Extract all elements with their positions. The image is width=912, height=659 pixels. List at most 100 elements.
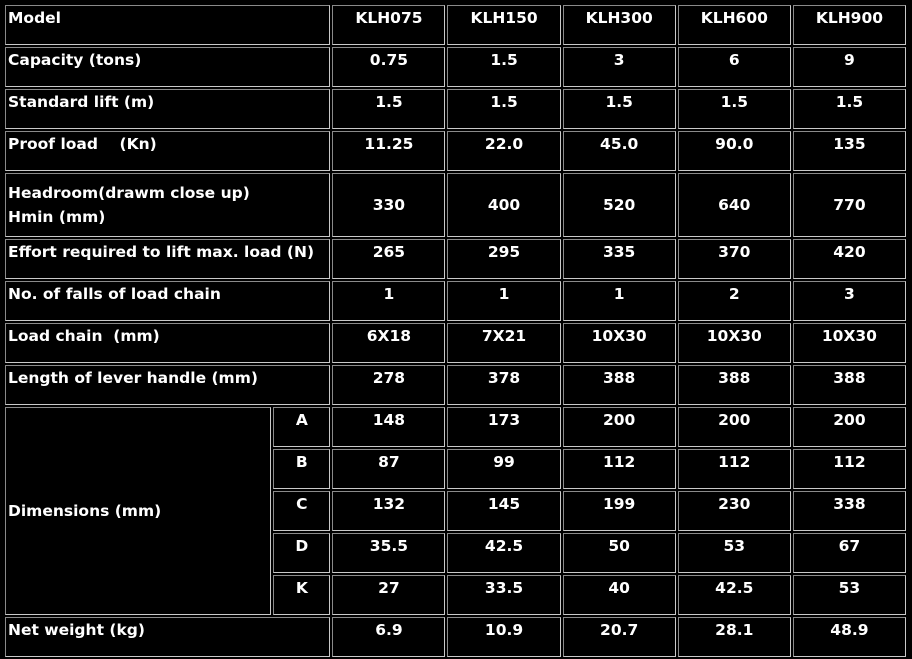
dimensions-label: Dimensions (mm) [5, 407, 272, 615]
table-row: Headroom(drawm close up) Hmin (mm) 330 4… [5, 173, 906, 237]
table-cell: 135 [792, 131, 906, 171]
dimension-key: B [273, 449, 331, 489]
table-cell: 230 [677, 491, 791, 531]
table-cell: 11.25 [332, 131, 446, 171]
table-cell: 112 [562, 449, 676, 489]
table-cell: 520 [562, 173, 676, 237]
header-model-label: Model [5, 5, 331, 45]
table-cell: 7X21 [447, 323, 561, 363]
table-cell: 770 [792, 173, 906, 237]
table-cell: 45.0 [562, 131, 676, 171]
table-cell: 400 [447, 173, 561, 237]
table-cell: 265 [332, 239, 446, 279]
table-cell: 1.5 [792, 89, 906, 129]
table-cell: 1.5 [562, 89, 676, 129]
table-cell: 10.9 [447, 617, 561, 657]
table-cell: 40 [562, 575, 676, 615]
table-cell: 420 [792, 239, 906, 279]
table-cell: 3 [792, 281, 906, 321]
table-cell: 2 [677, 281, 791, 321]
table-cell: 335 [562, 239, 676, 279]
table-cell: 35.5 [332, 533, 446, 573]
table-row: Proof load (Kn) 11.25 22.0 45.0 90.0 135 [5, 131, 906, 171]
table-row: Net weight (kg) 6.9 10.9 20.7 28.1 48.9 [5, 617, 906, 657]
dimension-key: C [273, 491, 331, 531]
dimension-key: A [273, 407, 331, 447]
table-cell: 0.75 [332, 47, 446, 87]
table-cell: 200 [562, 407, 676, 447]
table-cell: 295 [447, 239, 561, 279]
table-cell: 112 [792, 449, 906, 489]
header-row: Model KLH075 KLH150 KLH300 KLH600 KLH900 [5, 5, 906, 45]
table-cell: 1.5 [677, 89, 791, 129]
table-cell: 28.1 [677, 617, 791, 657]
table-cell: 10X30 [677, 323, 791, 363]
table-cell: 10X30 [562, 323, 676, 363]
table-cell: 1.5 [447, 89, 561, 129]
row-label: Length of lever handle (mm) [5, 365, 331, 405]
table-cell: 20.7 [562, 617, 676, 657]
table-cell: 48.9 [792, 617, 906, 657]
table-row: Length of lever handle (mm) 278 378 388 … [5, 365, 906, 405]
row-label: Headroom(drawm close up) Hmin (mm) [5, 173, 331, 237]
table-cell: 199 [562, 491, 676, 531]
table-cell: 87 [332, 449, 446, 489]
table-cell: 9 [792, 47, 906, 87]
table-cell: 388 [677, 365, 791, 405]
row-label: Capacity (tons) [5, 47, 331, 87]
table-cell: 132 [332, 491, 446, 531]
table-cell: 27 [332, 575, 446, 615]
table-cell: 145 [447, 491, 561, 531]
table-cell: 6.9 [332, 617, 446, 657]
table-cell: 1 [447, 281, 561, 321]
dimension-key: K [273, 575, 331, 615]
table-row: No. of falls of load chain 1 1 1 2 3 [5, 281, 906, 321]
table-row: Effort required to lift max. load (N) 26… [5, 239, 906, 279]
table-cell: 1 [562, 281, 676, 321]
table-cell: 200 [677, 407, 791, 447]
row-label: Proof load (Kn) [5, 131, 331, 171]
table-cell: 388 [562, 365, 676, 405]
table-cell: 338 [792, 491, 906, 531]
table-cell: 53 [677, 533, 791, 573]
table-cell: 1.5 [332, 89, 446, 129]
header-model-cell: KLH075 [332, 5, 446, 45]
table-cell: 42.5 [447, 533, 561, 573]
table-cell: 22.0 [447, 131, 561, 171]
table-cell: 53 [792, 575, 906, 615]
spec-table: Model KLH075 KLH150 KLH300 KLH600 KLH900… [3, 3, 908, 659]
table-cell: 99 [447, 449, 561, 489]
table-cell: 278 [332, 365, 446, 405]
row-label: No. of falls of load chain [5, 281, 331, 321]
table-cell: 378 [447, 365, 561, 405]
row-label: Load chain (mm) [5, 323, 331, 363]
table-cell: 42.5 [677, 575, 791, 615]
table-cell: 90.0 [677, 131, 791, 171]
table-cell: 50 [562, 533, 676, 573]
table-cell: 6X18 [332, 323, 446, 363]
table-cell: 10X30 [792, 323, 906, 363]
header-model-cell: KLH300 [562, 5, 676, 45]
table-cell: 1 [332, 281, 446, 321]
row-label: Standard lift (m) [5, 89, 331, 129]
table-cell: 370 [677, 239, 791, 279]
table-cell: 200 [792, 407, 906, 447]
table-cell: 330 [332, 173, 446, 237]
table-cell: 112 [677, 449, 791, 489]
dimension-row: Dimensions (mm) A 148 173 200 200 200 [5, 407, 906, 615]
table-cell: 6 [677, 47, 791, 87]
header-model-cell: KLH150 [447, 5, 561, 45]
table-cell: 67 [792, 533, 906, 573]
row-label: Net weight (kg) [5, 617, 331, 657]
table-cell: 640 [677, 173, 791, 237]
header-model-cell: KLH600 [677, 5, 791, 45]
row-label: Effort required to lift max. load (N) [5, 239, 331, 279]
table-cell: 1.5 [447, 47, 561, 87]
table-cell: 173 [447, 407, 561, 447]
dimension-key: D [273, 533, 331, 573]
table-cell: 148 [332, 407, 446, 447]
table-row: Standard lift (m) 1.5 1.5 1.5 1.5 1.5 [5, 89, 906, 129]
header-model-cell: KLH900 [792, 5, 906, 45]
table-row: Load chain (mm) 6X18 7X21 10X30 10X30 10… [5, 323, 906, 363]
table-row: Capacity (tons) 0.75 1.5 3 6 9 [5, 47, 906, 87]
